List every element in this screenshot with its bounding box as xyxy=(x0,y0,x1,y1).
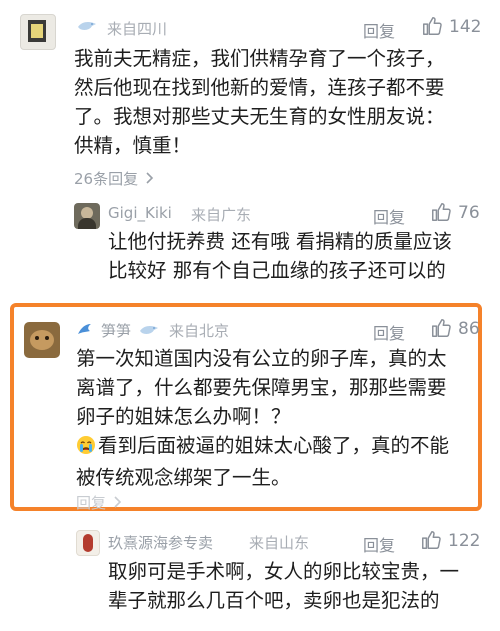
reply-button[interactable]: 回复 xyxy=(363,532,395,556)
comment-location: 来自广东 xyxy=(191,206,252,224)
comment-location: 来自北京 xyxy=(169,322,230,340)
thumbs-up-icon[interactable] xyxy=(430,317,452,339)
reply-button[interactable]: 回复 xyxy=(373,320,405,344)
comment-line: 供精，慎重！ xyxy=(74,134,192,157)
comment-location: 来自四川 xyxy=(107,20,168,38)
crying-face-icon xyxy=(76,434,96,463)
username[interactable]: 笋笋 xyxy=(101,320,131,341)
comment-line: 第一次知道国内没有公立的卵子库，真的太 xyxy=(76,347,447,370)
like-count: 76 xyxy=(458,203,480,223)
comment-3: 笋笋 来自北京 回复 86 第一次知道国内没有公立的卵子库，真的太 离谱了，什么… xyxy=(0,305,500,513)
comment-line: 然后他现在找到他新的爱情，连孩子都不要 xyxy=(74,76,445,99)
comment-line: 离谱了，什么都要先保障男宝，那那些需要 xyxy=(76,376,447,399)
chevron-right-icon xyxy=(145,170,155,189)
comment-location: 来自山东 xyxy=(249,534,310,552)
thumbs-up-icon[interactable] xyxy=(430,201,452,223)
comment-line: 了。我想对那些丈夫无生育的女性朋友说： xyxy=(74,105,445,128)
comment-line: 被传统观念绑架了一生。 xyxy=(76,466,291,489)
comment-line: 比较好 那有个自己血缘的孩子还可以的 xyxy=(108,259,446,282)
reply-button[interactable]: 回复 xyxy=(373,204,405,228)
comment-line: 辈子就那么几百个吧，卖卵也是犯法的 xyxy=(108,589,440,612)
bird-badge-icon xyxy=(76,18,98,38)
username[interactable]: Gigi_Kiki xyxy=(108,204,172,222)
comment-4: 玖熹源海参专卖 来自山东 回复 122 取卵可是手术啊，女人的卵比较宝贵，一 辈… xyxy=(0,522,500,631)
comment-line-text: 看到后面被逼的姐妹太心酸了，真的不能 xyxy=(98,434,450,457)
username[interactable]: 玖熹源海参专卖 xyxy=(108,532,213,553)
thumbs-up-icon[interactable] xyxy=(420,529,442,551)
like-count: 142 xyxy=(449,17,482,37)
avatar[interactable] xyxy=(24,322,60,358)
thumbs-up-icon[interactable] xyxy=(421,15,443,37)
like-count: 86 xyxy=(458,319,480,339)
bird-badge-icon xyxy=(138,322,160,342)
comment-1: 来自四川 回复 142 我前夫无精症，我们供精孕育了一个孩子， 然后他现在找到他… xyxy=(0,0,500,190)
more-replies-link[interactable]: 26条回复 xyxy=(74,168,155,189)
comment-line: 取卵可是手术啊，女人的卵比较宝贵，一 xyxy=(108,560,460,583)
like-count: 122 xyxy=(448,531,481,551)
reply-button[interactable]: 回复 xyxy=(363,18,395,42)
more-replies-link[interactable]: 回复 xyxy=(76,492,123,513)
comment-body: 让他付抚养费 还有哦 看捐精的质量应该 比较好 那有个自己血缘的孩子还可以的 xyxy=(108,227,498,285)
comment-line: 让他付抚养费 还有哦 看捐精的质量应该 xyxy=(108,230,452,253)
wave-badge-icon xyxy=(76,320,96,342)
comment-line: 我前夫无精症，我们供精孕育了一个孩子， xyxy=(74,47,445,70)
comment-line-emoji: 看到后面被逼的姐妹太心酸了，真的不能 xyxy=(76,431,476,463)
avatar[interactable] xyxy=(76,530,100,556)
chevron-right-icon xyxy=(113,494,123,513)
comment-line: 卵子的姐妹怎么办啊！？ xyxy=(76,405,291,428)
avatar[interactable] xyxy=(20,14,56,50)
comment-body: 取卵可是手术啊，女人的卵比较宝贵，一 辈子就那么几百个吧，卖卵也是犯法的 xyxy=(108,557,498,615)
more-replies-label: 26条回复 xyxy=(74,170,139,188)
more-replies-label: 回复 xyxy=(76,494,107,512)
comment-body: 我前夫无精症，我们供精孕育了一个孩子， 然后他现在找到他新的爱情，连孩子都不要 … xyxy=(74,44,494,160)
avatar[interactable] xyxy=(74,203,100,229)
comment-2: Gigi_Kiki 来自广东 回复 76 让他付抚养费 还有哦 看捐精的质量应该… xyxy=(0,195,500,295)
comment-body: 第一次知道国内没有公立的卵子库，真的太 离谱了，什么都要先保障男宝，那那些需要 … xyxy=(76,344,476,492)
